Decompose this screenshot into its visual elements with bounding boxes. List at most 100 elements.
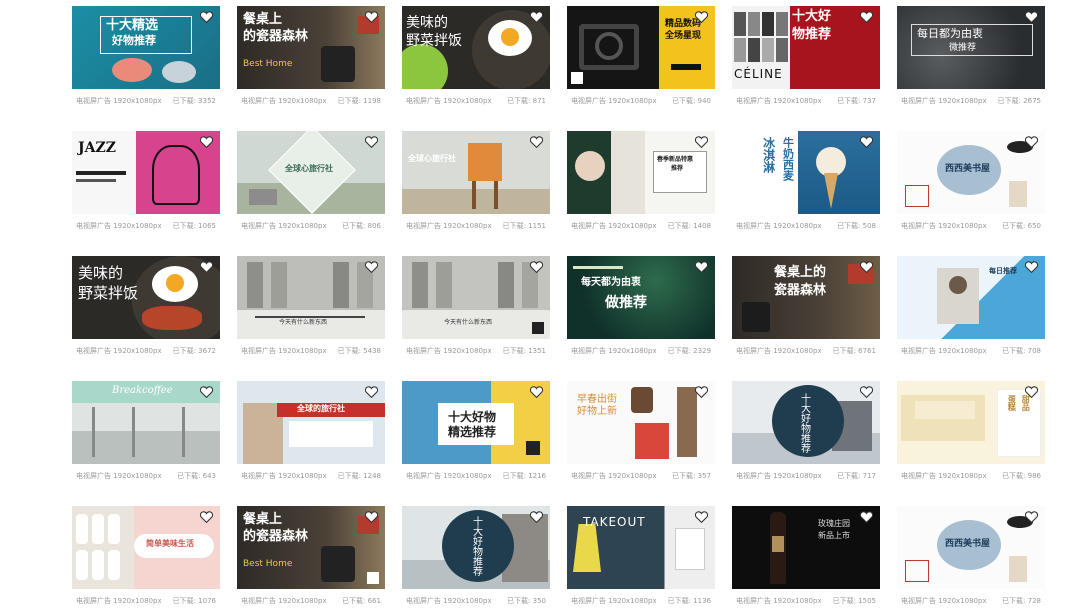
template-card[interactable]: 每天都为由衷 做推荐 电视屏广告 1920x1080px 已下载: 2329 [567, 256, 715, 360]
favorite-heart-icon[interactable] [200, 386, 213, 398]
template-thumbnail[interactable]: 十大精选 好物推荐 [72, 6, 220, 89]
favorite-heart-icon[interactable] [695, 136, 708, 148]
favorite-heart-icon[interactable] [695, 261, 708, 273]
template-card[interactable]: 餐桌上 的瓷器森林 Best Home 电视屏广告 1920x1080px 已下载… [237, 506, 385, 610]
template-thumbnail[interactable]: 西西美书屋 [897, 131, 1045, 214]
favorite-heart-icon[interactable] [365, 11, 378, 23]
template-card[interactable]: 餐桌上的 瓷器森林 电视屏广告 1920x1080px 已下载: 6761 [732, 256, 880, 360]
template-thumbnail[interactable]: 每天都为由衷 做推荐 [567, 256, 715, 339]
favorite-heart-icon[interactable] [695, 511, 708, 523]
template-card[interactable]: 全球心旅行社 电视屏广告 1920x1080px 已下载: 806 [237, 131, 385, 235]
favorite-heart-icon[interactable] [860, 511, 873, 523]
template-card[interactable]: 十大好物推荐 电视屏广告 1920x1080px 已下载: 717 [732, 381, 880, 485]
template-card[interactable]: 十大好物推荐 电视屏广告 1920x1080px 已下载: 350 [402, 506, 550, 610]
template-thumbnail[interactable]: JAZZ [72, 131, 220, 214]
thumb-title-line: 野菜拌饭 [78, 284, 139, 302]
thumb-subtitle: Best Home [243, 559, 293, 569]
thumb-title-line: 冰淇淋 [761, 137, 776, 173]
template-card[interactable]: 早春出街 好物上新 电视屏广告 1920x1080px 已下载: 357 [567, 381, 715, 485]
template-thumbnail[interactable]: 春季新品特惠 推荐 [567, 131, 715, 214]
thumb-title-line: 春季新品特惠 [657, 156, 694, 163]
template-card[interactable]: 十大好物 精选推荐 电视屏广告 1920x1080px 已下载: 1216 [402, 381, 550, 485]
thumb-title-line: 餐桌上 [243, 512, 283, 527]
template-card[interactable]: 精品数码 全场星现 电视屏广告 1920x1080px 已下载: 940 [567, 6, 715, 110]
favorite-heart-icon[interactable] [860, 386, 873, 398]
template-thumbnail[interactable]: 全球心旅行社 [402, 131, 550, 214]
template-thumbnail[interactable]: 美味的 野菜拌饭 [72, 256, 220, 339]
template-thumbnail[interactable]: 今天有什么新东西 [237, 256, 385, 339]
template-thumbnail[interactable]: CÉLINE 十大好 物推荐 [732, 6, 880, 89]
template-thumbnail[interactable]: 每日都为由衷 微推荐 [897, 6, 1045, 89]
favorite-heart-icon[interactable] [365, 261, 378, 273]
template-card[interactable]: 餐桌上 的瓷器森林 Best Home 电视屏广告 1920x1080px 已下载… [237, 6, 385, 110]
download-count: 已下载: 986 [1002, 472, 1041, 480]
favorite-heart-icon[interactable] [530, 511, 543, 523]
template-thumbnail[interactable]: 餐桌上的 瓷器森林 [732, 256, 880, 339]
favorite-heart-icon[interactable] [365, 511, 378, 523]
favorite-heart-icon[interactable] [530, 11, 543, 23]
favorite-heart-icon[interactable] [1025, 511, 1038, 523]
template-card[interactable]: 玫瑰庄园 新品上市 电视屏广告 1920x1080px 已下载: 1505 [732, 506, 880, 610]
thumb-title-line: 十大好物推荐 [470, 516, 482, 576]
favorite-heart-icon[interactable] [530, 386, 543, 398]
favorite-heart-icon[interactable] [1025, 261, 1038, 273]
template-card[interactable]: 每日推荐 电视屏广告 1920x1080px 已下载: 708 [897, 256, 1045, 360]
template-thumbnail[interactable]: 全球的旅行社 [237, 381, 385, 464]
template-card[interactable]: 十大精选 好物推荐 电视屏广告 1920x1080px 已下载: 3352 [72, 6, 220, 110]
template-card[interactable]: 全球心旅行社 电视屏广告 1920x1080px 已下载: 1151 [402, 131, 550, 235]
favorite-heart-icon[interactable] [860, 136, 873, 148]
template-thumbnail[interactable]: TAKEOUT [567, 506, 715, 589]
template-card[interactable]: 全球的旅行社 电视屏广告 1920x1080px 已下载: 1248 [237, 381, 385, 485]
template-thumbnail[interactable]: 早春出街 好物上新 [567, 381, 715, 464]
template-thumbnail[interactable]: 十大好物推荐 [732, 381, 880, 464]
favorite-heart-icon[interactable] [200, 136, 213, 148]
template-thumbnail[interactable]: 玫瑰庄园 新品上市 [732, 506, 880, 589]
template-thumbnail[interactable]: 十大好物 精选推荐 [402, 381, 550, 464]
template-size: 电视屏广告 1920x1080px [406, 347, 492, 355]
favorite-heart-icon[interactable] [1025, 136, 1038, 148]
favorite-heart-icon[interactable] [1025, 386, 1038, 398]
template-thumbnail[interactable]: Breakcoffee [72, 381, 220, 464]
favorite-heart-icon[interactable] [200, 511, 213, 523]
template-thumbnail[interactable]: 十大好物推荐 [402, 506, 550, 589]
template-card[interactable]: TAKEOUT 电视屏广告 1920x1080px 已下载: 1136 [567, 506, 715, 610]
favorite-heart-icon[interactable] [365, 386, 378, 398]
favorite-heart-icon[interactable] [200, 261, 213, 273]
template-thumbnail[interactable]: 餐桌上 的瓷器森林 Best Home [237, 506, 385, 589]
template-card[interactable]: 春季新品特惠 推荐 电视屏广告 1920x1080px 已下载: 1408 [567, 131, 715, 235]
favorite-heart-icon[interactable] [860, 261, 873, 273]
template-thumbnail[interactable]: 精品数码 全场星现 [567, 6, 715, 89]
template-card[interactable]: 美味的 野菜拌饭 电视屏广告 1920x1080px 已下载: 871 [402, 6, 550, 110]
template-thumbnail[interactable]: 西西美书屋 [897, 506, 1045, 589]
template-card[interactable]: 每日都为由衷 微推荐 电视屏广告 1920x1080px 已下载: 2675 [897, 6, 1045, 110]
template-thumbnail[interactable]: 餐桌上 的瓷器森林 Best Home [237, 6, 385, 89]
favorite-heart-icon[interactable] [365, 136, 378, 148]
template-thumbnail[interactable]: 美味的 野菜拌饭 [402, 6, 550, 89]
favorite-heart-icon[interactable] [530, 261, 543, 273]
download-count: 已下载: 6761 [832, 347, 876, 355]
favorite-heart-icon[interactable] [695, 386, 708, 398]
template-thumbnail[interactable]: 蛋糕 甜品 [897, 381, 1045, 464]
template-card[interactable]: 美味的 野菜拌饭 电视屏广告 1920x1080px 已下载: 3672 [72, 256, 220, 360]
template-card[interactable]: 简单美味生活 电视屏广告 1920x1080px 已下载: 1076 [72, 506, 220, 610]
template-card[interactable]: 今天有什么新东西 电视屏广告 1920x1080px 已下载: 1351 [402, 256, 550, 360]
template-card[interactable]: 西西美书屋 电视屏广告 1920x1080px 已下载: 650 [897, 131, 1045, 235]
template-card[interactable]: 今天有什么新东西 电视屏广告 1920x1080px 已下载: 5438 [237, 256, 385, 360]
favorite-heart-icon[interactable] [695, 11, 708, 23]
template-thumbnail[interactable]: 冰淇淋 牛奶西麦 [732, 131, 880, 214]
template-card[interactable]: CÉLINE 十大好 物推荐 电视屏广告 1920x1080px 已下载: 737 [732, 6, 880, 110]
template-card[interactable]: 冰淇淋 牛奶西麦 电视屏广告 1920x1080px 已下载: 508 [732, 131, 880, 235]
favorite-heart-icon[interactable] [530, 136, 543, 148]
favorite-heart-icon[interactable] [1025, 11, 1038, 23]
template-card[interactable]: Breakcoffee 电视屏广告 1920x1080px 已下载: 643 [72, 381, 220, 485]
template-card[interactable]: 西西美书屋 电视屏广告 1920x1080px 已下载: 728 [897, 506, 1045, 610]
template-thumbnail[interactable]: 每日推荐 [897, 256, 1045, 339]
template-thumbnail[interactable]: 今天有什么新东西 [402, 256, 550, 339]
template-card[interactable]: 蛋糕 甜品 电视屏广告 1920x1080px 已下载: 986 [897, 381, 1045, 485]
template-thumbnail[interactable]: 简单美味生活 [72, 506, 220, 589]
thumb-title-line: 西西美书屋 [945, 164, 991, 174]
template-thumbnail[interactable]: 全球心旅行社 [237, 131, 385, 214]
favorite-heart-icon[interactable] [200, 11, 213, 23]
favorite-heart-icon[interactable] [860, 11, 873, 23]
template-card[interactable]: JAZZ 电视屏广告 1920x1080px 已下载: 1065 [72, 131, 220, 235]
